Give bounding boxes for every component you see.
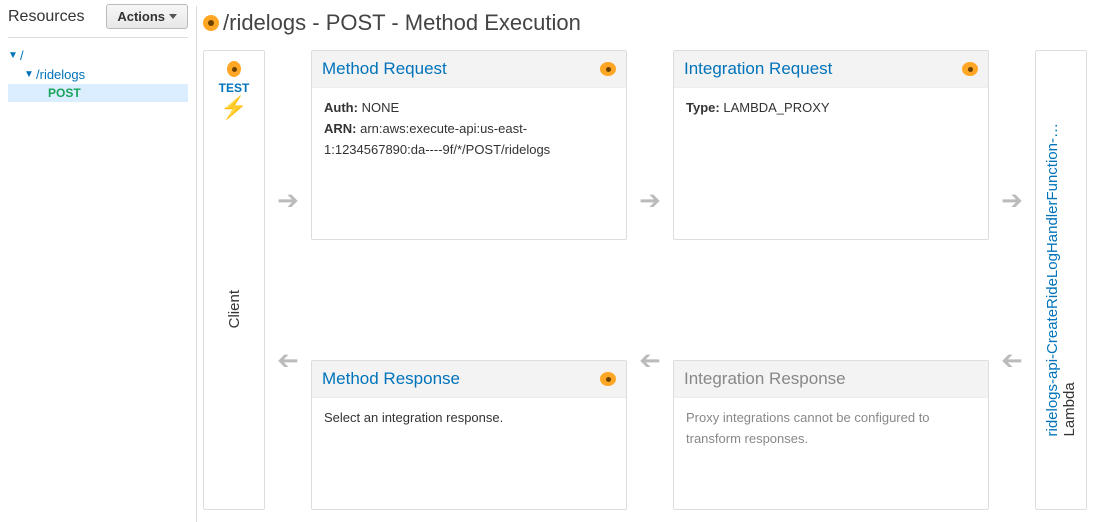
tree-method-label: POST xyxy=(48,86,81,100)
resources-title: Resources xyxy=(8,8,84,26)
resource-tree: ▼ / ▼ /ridelogs POST xyxy=(8,46,188,102)
bolt-icon: ⚡ xyxy=(220,97,247,119)
lambda-prefix: Lambda xyxy=(1061,123,1078,437)
arrow-left-icon: ➔ xyxy=(639,347,661,373)
auth-value: NONE xyxy=(362,100,400,115)
status-dot-icon xyxy=(600,372,616,386)
arrow-column: ➔ ➔ xyxy=(635,50,665,510)
auth-row: Auth: NONE xyxy=(324,98,614,119)
arn-row: ARN: arn:aws:execute-api:us-east-1:12345… xyxy=(324,119,614,161)
client-label: Client xyxy=(226,290,243,328)
test-link[interactable]: TEST xyxy=(219,81,250,95)
status-dot-icon xyxy=(962,62,978,76)
method-column: Method Request Auth: NONE ARN: arn:aws:e… xyxy=(311,50,627,510)
arrow-right-icon: ➔ xyxy=(277,187,299,213)
integration-response-card: Integration Response Proxy integrations … xyxy=(673,360,989,510)
status-dot-icon xyxy=(203,15,219,31)
type-label: Type: xyxy=(686,100,720,115)
arrow-right-icon: ➔ xyxy=(1001,187,1023,213)
type-value: LAMBDA_PROXY xyxy=(723,100,829,115)
caret-down-icon: ▼ xyxy=(8,50,20,61)
tree-resource[interactable]: ▼ /ridelogs xyxy=(8,65,188,84)
integration-request-title[interactable]: Integration Request xyxy=(684,59,832,79)
arrow-column: ➔ ➔ xyxy=(997,50,1027,510)
caret-down-icon xyxy=(169,14,177,19)
tree-method[interactable]: POST xyxy=(8,84,188,102)
actions-button[interactable]: Actions xyxy=(106,4,188,29)
page-title-text: /ridelogs - POST - Method Execution xyxy=(223,10,581,36)
auth-label: Auth: xyxy=(324,100,358,115)
method-request-card[interactable]: Method Request Auth: NONE ARN: arn:aws:e… xyxy=(311,50,627,240)
method-response-title[interactable]: Method Response xyxy=(322,369,460,389)
type-row: Type: LAMBDA_PROXY xyxy=(686,98,976,119)
tree-resource-label: /ridelogs xyxy=(36,67,85,82)
arrow-right-icon: ➔ xyxy=(639,187,661,213)
actions-label: Actions xyxy=(117,9,165,24)
arn-label: ARN: xyxy=(324,121,357,136)
method-request-title[interactable]: Method Request xyxy=(322,59,447,79)
client-column[interactable]: TEST ⚡ Client xyxy=(203,50,265,510)
page-title: /ridelogs - POST - Method Execution xyxy=(203,10,1087,36)
tree-root-label: / xyxy=(20,48,24,63)
execution-flow: TEST ⚡ Client ➔ ➔ Method Request xyxy=(203,50,1087,510)
method-response-card[interactable]: Method Response Select an integration re… xyxy=(311,360,627,510)
status-dot-icon xyxy=(227,61,241,77)
arn-value: arn:aws:execute-api:us-east-1:1234567890… xyxy=(324,121,550,157)
integration-column: Integration Request Type: LAMBDA_PROXY I… xyxy=(673,50,989,510)
main-panel: /ridelogs - POST - Method Execution TEST… xyxy=(197,0,1099,522)
resources-sidebar: Resources Actions ▼ / ▼ /ridelogs POST xyxy=(0,0,196,522)
integration-response-title: Integration Response xyxy=(684,369,846,389)
integration-request-card[interactable]: Integration Request Type: LAMBDA_PROXY xyxy=(673,50,989,240)
status-dot-icon xyxy=(600,62,616,76)
arrow-left-icon: ➔ xyxy=(1001,347,1023,373)
integration-response-body: Proxy integrations cannot be configured … xyxy=(674,398,988,460)
arrow-column: ➔ ➔ xyxy=(273,50,303,510)
lambda-column[interactable]: ridelogs-api-CreateRideLogHandlerFunctio… xyxy=(1035,50,1087,510)
divider xyxy=(8,37,188,38)
arrow-left-icon: ➔ xyxy=(277,347,299,373)
method-response-body: Select an integration response. xyxy=(312,398,626,439)
lambda-function-link[interactable]: ridelogs-api-CreateRideLogHandlerFunctio… xyxy=(1044,123,1061,437)
tree-root[interactable]: ▼ / xyxy=(8,46,188,65)
caret-down-icon: ▼ xyxy=(24,69,36,80)
